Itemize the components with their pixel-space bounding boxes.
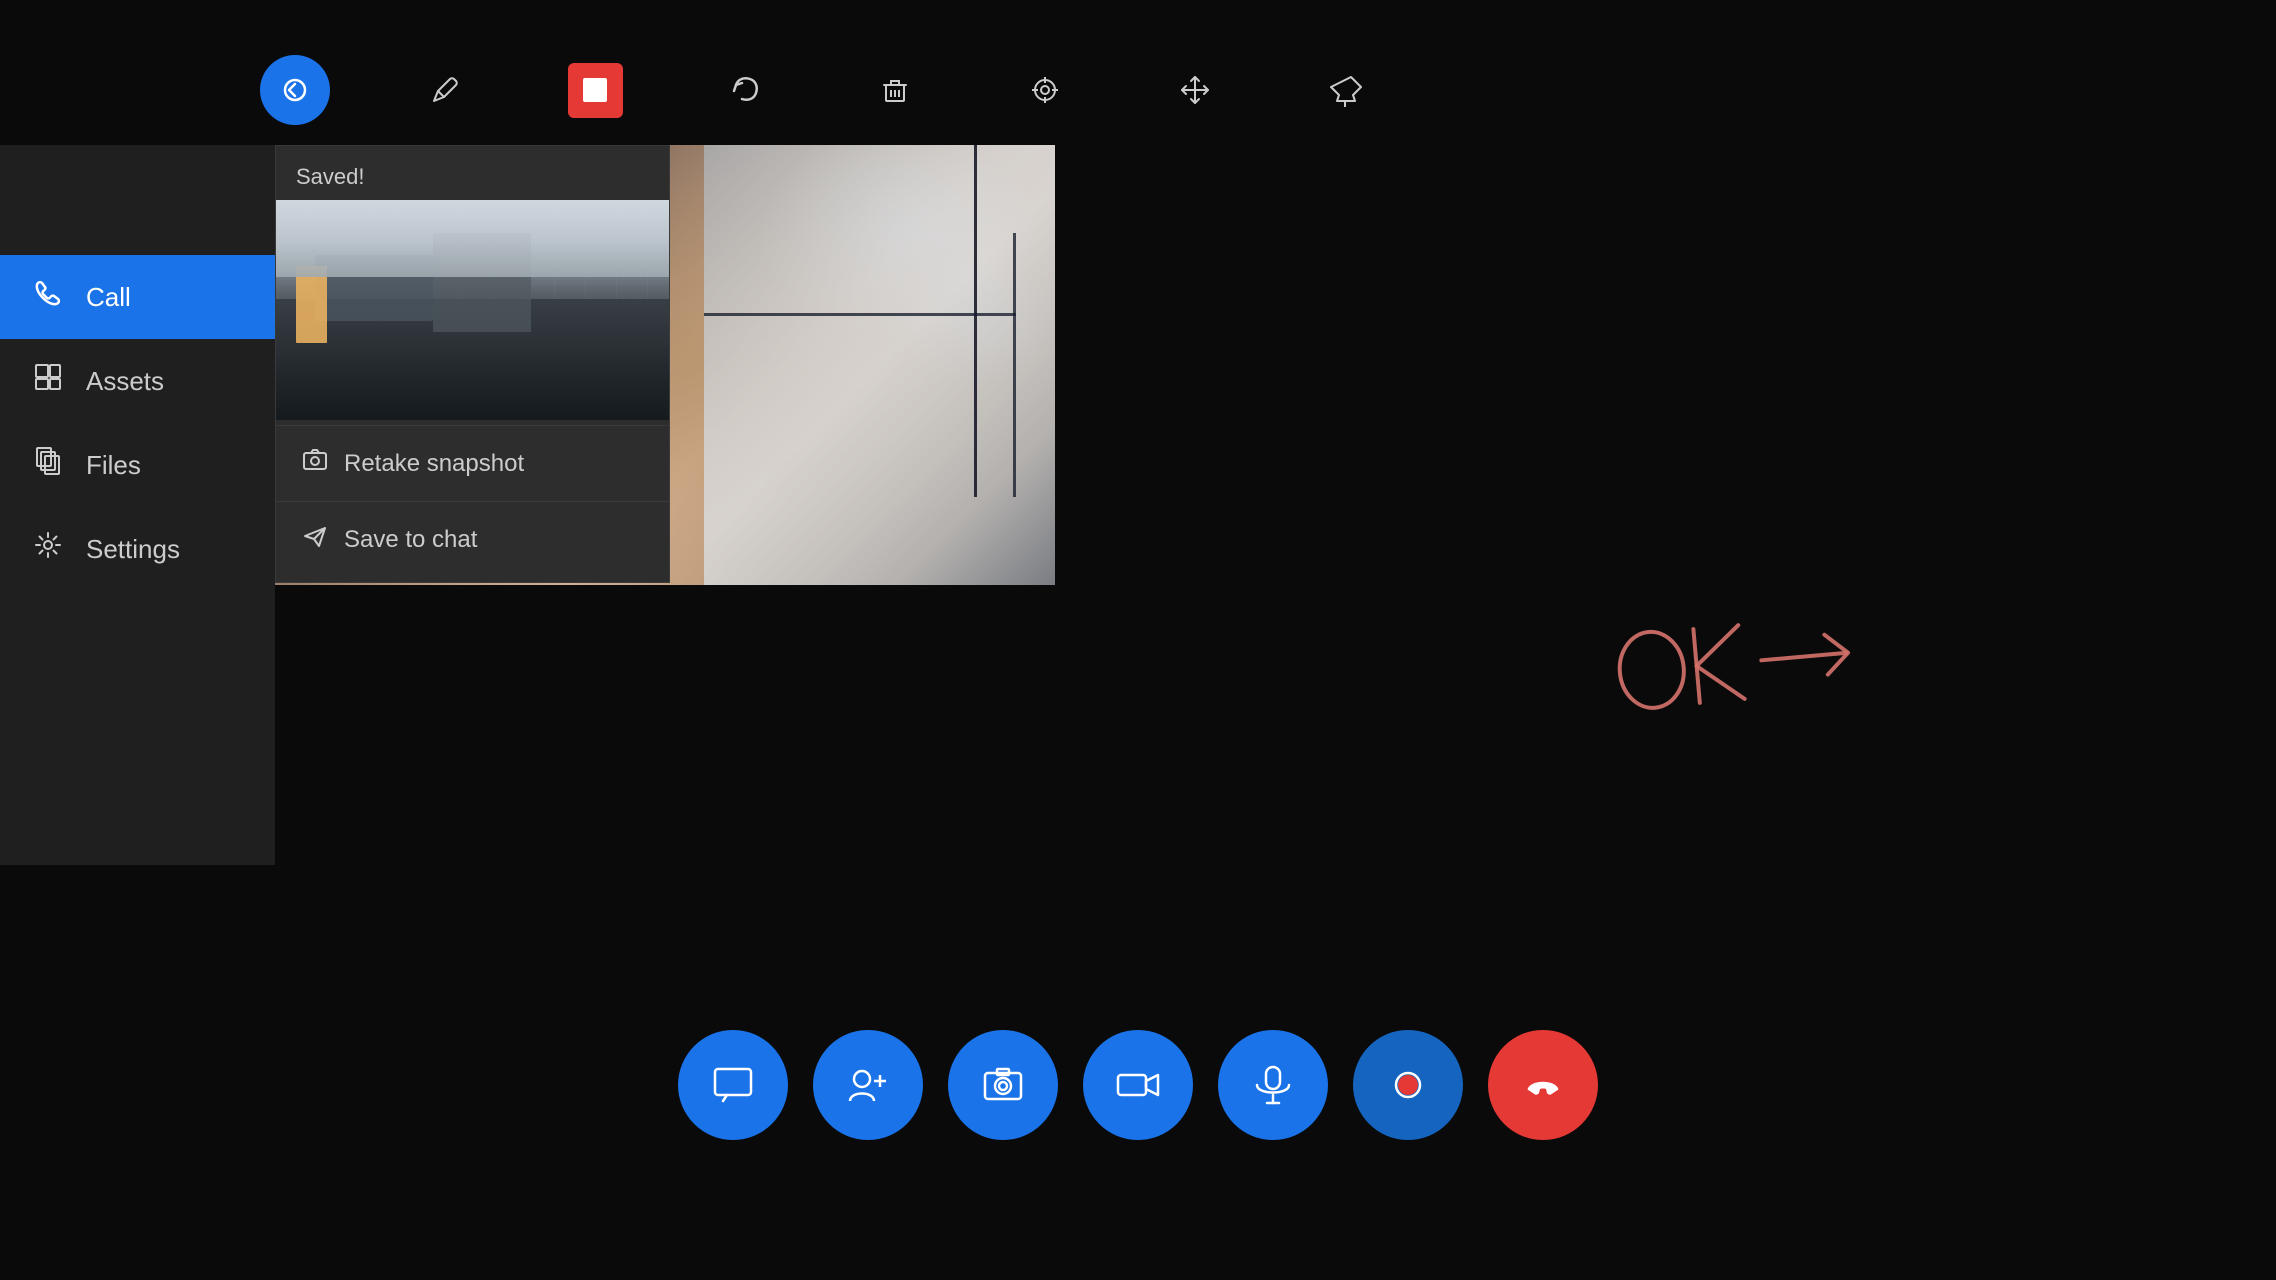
delete-button[interactable]	[860, 55, 930, 125]
send-icon	[301, 522, 329, 557]
sidebar-item-call[interactable]: Call	[0, 255, 275, 339]
stop-recording-button[interactable]	[560, 55, 630, 125]
move-button[interactable]	[1160, 55, 1230, 125]
end-call-button[interactable]	[1488, 1030, 1598, 1140]
video-bg-window	[704, 145, 1055, 585]
call-icon	[30, 277, 66, 317]
sidebar-nav: Call Assets Files	[0, 255, 275, 591]
sidebar-item-assets-label: Assets	[86, 366, 164, 397]
sidebar-item-files-label: Files	[86, 450, 141, 481]
stop-icon	[568, 63, 623, 118]
ink-back-button[interactable]	[260, 55, 330, 125]
window-frame-h	[704, 313, 1016, 316]
retake-snapshot-label: Retake snapshot	[344, 450, 524, 478]
sidebar-item-assets[interactable]: Assets	[0, 339, 275, 423]
window-frame-v	[1013, 233, 1016, 497]
sidebar-item-files[interactable]: Files	[0, 423, 275, 507]
snapshot-preview-image	[276, 200, 669, 420]
files-icon	[30, 445, 66, 485]
snapshot-button[interactable]	[948, 1030, 1058, 1140]
window-frame-v2	[974, 145, 977, 497]
assets-icon	[30, 361, 66, 401]
factory-vehicle	[296, 266, 327, 343]
chat-button[interactable]	[678, 1030, 788, 1140]
add-participant-button[interactable]	[813, 1030, 923, 1140]
sidebar-item-settings[interactable]: Settings	[0, 507, 275, 591]
pen-button[interactable]	[410, 55, 480, 125]
factory-image	[276, 200, 669, 420]
retake-icon	[301, 446, 329, 481]
record-button[interactable]	[1353, 1030, 1463, 1140]
stop-square	[583, 78, 607, 102]
factory-ceiling	[276, 200, 669, 277]
sidebar-item-settings-label: Settings	[86, 534, 180, 565]
retake-snapshot-button[interactable]: Retake snapshot	[276, 425, 669, 501]
undo-button[interactable]	[710, 55, 780, 125]
settings-icon	[30, 529, 66, 569]
save-to-chat-label: Save to chat	[344, 526, 477, 554]
saved-label: Saved!	[276, 146, 669, 200]
microphone-button[interactable]	[1218, 1030, 1328, 1140]
pin-button[interactable]	[1310, 55, 1380, 125]
bottom-controls	[678, 1030, 1598, 1140]
target-button[interactable]	[1010, 55, 1080, 125]
snapshot-actions: Retake snapshot Save to chat	[276, 420, 669, 582]
snapshot-popup: Saved! Retake snapshot	[275, 145, 670, 583]
sidebar-item-call-label: Call	[86, 282, 131, 313]
save-to-chat-button[interactable]: Save to chat	[276, 501, 669, 577]
toolbar	[260, 55, 1380, 125]
camera-button[interactable]	[1083, 1030, 1193, 1140]
